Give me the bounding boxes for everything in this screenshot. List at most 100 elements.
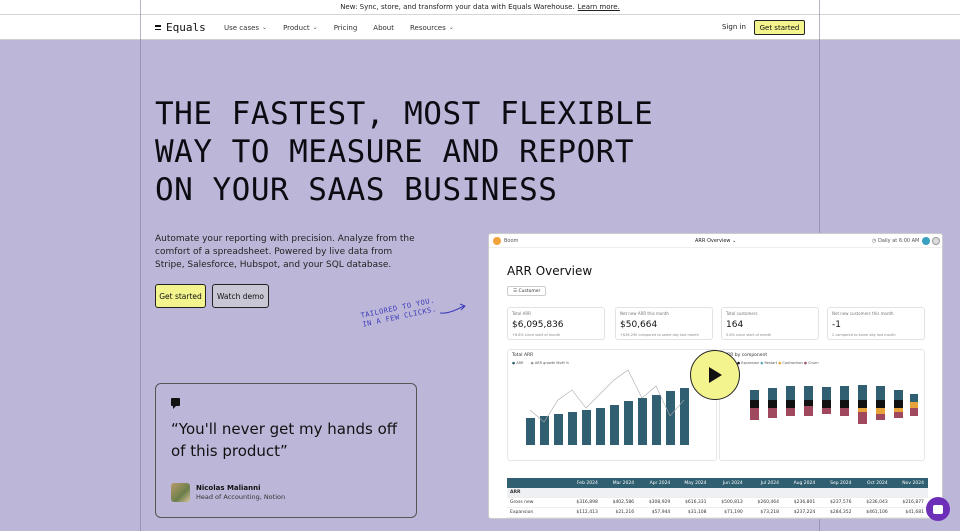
- table-cell: $112,413: [576, 510, 598, 515]
- table-header-cell: Jun 2024: [722, 480, 743, 486]
- table-cell: $216,877: [902, 500, 924, 505]
- nav-item-about[interactable]: About: [373, 24, 394, 32]
- chevron-down-icon: ⌄: [262, 24, 268, 31]
- nav-get-started-button[interactable]: Get started: [754, 20, 805, 35]
- kpi-label: Total customers: [726, 311, 758, 316]
- table-cell: $73,218: [760, 510, 779, 515]
- kpi-card: Net new customers this month -1 2 compared…: [827, 307, 925, 340]
- table-section-row: ARR: [507, 488, 928, 498]
- table-cell: $616,331: [685, 500, 707, 505]
- tailored-annotation: TAILORED TO YOU. IN A FEW CLICKS.: [360, 296, 438, 329]
- watch-demo-button[interactable]: Watch demo: [212, 284, 269, 308]
- table-cell: ARR: [510, 490, 521, 495]
- component-stacked-chart: [750, 385, 918, 424]
- chart-bar: [666, 391, 675, 445]
- banner-text: New: Sync, store, and transform your dat…: [340, 3, 575, 11]
- chart-bar: [638, 398, 647, 445]
- table-header-cell: Jul 2024: [760, 480, 779, 486]
- chevron-down-icon: ⌄: [312, 24, 318, 31]
- table-header-cell: Nov 2024: [902, 480, 924, 486]
- testimonial-card: “You'll never get my hands off of this p…: [155, 383, 417, 518]
- chart-bar: [582, 410, 591, 445]
- nav-item-use-cases[interactable]: Use cases ⌄: [224, 24, 267, 32]
- announcement-banner: New: Sync, store, and transform your dat…: [0, 0, 960, 15]
- table-cell: $237,576: [829, 500, 852, 505]
- arr-table: Feb 2024 Mar 2024 Apr 2024 May 2024 Jun …: [507, 478, 928, 518]
- doc-name-label: ARR Overview: [695, 238, 731, 244]
- nav-item-label: About: [373, 23, 394, 32]
- table-cell: $402,586: [612, 500, 635, 505]
- arr-bar-chart: [526, 369, 689, 445]
- table-cell: $500,813: [721, 500, 743, 505]
- table-cell: $308,929: [648, 500, 671, 505]
- arr-component-chart: ARR by component ● New ● Expansion ● Res…: [719, 349, 925, 461]
- kpi-note: +$36,290 compared to same day last month: [620, 333, 699, 337]
- nav-item-label: Pricing: [333, 23, 358, 32]
- kpi-value: 164: [726, 320, 744, 330]
- dashboard-doc-name[interactable]: ARR Overview ⌄: [695, 238, 736, 244]
- filter-label: Customer: [518, 289, 541, 294]
- banner-learn-more-link[interactable]: Learn more.: [578, 3, 620, 11]
- kpi-note: 2 compared to same day last month: [832, 333, 896, 337]
- table-row: Expansion $112,413 $21,216 $57,944 $31,1…: [507, 508, 928, 518]
- table-header-cell: Apr 2024: [649, 480, 671, 486]
- table-cell: $57,944: [651, 510, 671, 515]
- chart-bar: [624, 401, 633, 445]
- table-cell: Gross new: [510, 500, 534, 505]
- table-cell: $21,216: [615, 510, 635, 515]
- table-header-row: Feb 2024 Mar 2024 Apr 2024 May 2024 Jun …: [507, 478, 928, 488]
- testimonial-name: Nicolas Malianni: [196, 484, 261, 492]
- kpi-label: Net new customers this month: [832, 311, 894, 316]
- boom-logo-icon: [493, 237, 501, 245]
- chart-bar: [680, 388, 689, 445]
- table-cell: $237,224: [793, 510, 816, 515]
- logo[interactable]: Equals: [155, 21, 206, 34]
- dashboard-title: ARR Overview: [507, 264, 593, 278]
- chart-bar: [652, 395, 661, 445]
- table-header-cell: Sep 2024: [830, 480, 852, 486]
- nav-item-pricing[interactable]: Pricing: [334, 24, 358, 32]
- play-video-button[interactable]: [690, 350, 740, 400]
- testimonial-text: “You'll never get my hands off of this p…: [171, 420, 398, 460]
- kpi-label: Total ARR: [512, 311, 531, 316]
- table-cell: $461,106: [866, 510, 888, 515]
- filter-icon: ☰: [513, 289, 518, 294]
- table-header-cell: Mar 2024: [612, 480, 635, 486]
- table-cell: $236,043: [866, 500, 888, 505]
- testimonial-role: Head of Accounting, Notion: [196, 493, 286, 501]
- table-cell: Expansion: [510, 510, 534, 515]
- logo-text: Equals: [166, 21, 206, 34]
- table-cell: $284,352: [829, 510, 852, 515]
- kpi-card: Total ARR $6,095,836 +6.8% since start of …: [507, 307, 605, 340]
- schedule-text: Daily at 6:00 AM: [877, 238, 920, 244]
- avatar: [922, 237, 930, 245]
- table-header-cell: May 2024: [684, 480, 707, 486]
- nav-item-resources[interactable]: Resources ⌄: [410, 24, 454, 32]
- play-icon: [709, 367, 722, 383]
- kpi-card: Net new ARR this month $50,664 +$36,290 co…: [615, 307, 713, 340]
- chart-bar: [568, 412, 577, 445]
- chat-widget-button[interactable]: [926, 497, 950, 521]
- kpi-card: Total customers 164 0.6% since start of mo…: [721, 307, 819, 340]
- chart-bar: [596, 408, 605, 445]
- kpi-note: +6.8% since start of month: [512, 333, 561, 337]
- nav-item-label: Use cases: [224, 23, 260, 32]
- table-cell: $260,464: [757, 500, 779, 505]
- hero-subtitle: Automate your reporting with precision. …: [155, 234, 415, 270]
- table-header-cell: Aug 2024: [793, 480, 816, 486]
- table-cell: $71,190: [724, 510, 743, 515]
- chart-bar: [610, 405, 619, 445]
- sign-in-link[interactable]: Sign in: [722, 23, 746, 31]
- schedule-label: ◷ Daily at 6:00 AM: [872, 238, 919, 244]
- kpi-value: $50,664: [620, 320, 658, 330]
- arrow-icon: [439, 303, 466, 314]
- stacked-bars: [750, 385, 918, 424]
- customer-filter[interactable]: ☰ Customer: [507, 286, 547, 296]
- get-started-button[interactable]: Get started: [155, 284, 206, 308]
- table-header-cell: Oct 2024: [867, 480, 888, 486]
- top-nav: Equals Use cases ⌄ Product ⌄ Pricing About…: [0, 15, 960, 40]
- avatar: [932, 237, 940, 245]
- nav-item-product[interactable]: Product ⌄: [283, 24, 318, 32]
- hero-title-line: ON YOUR SAAS BUSINESS: [155, 172, 558, 208]
- quote-icon: [171, 398, 180, 409]
